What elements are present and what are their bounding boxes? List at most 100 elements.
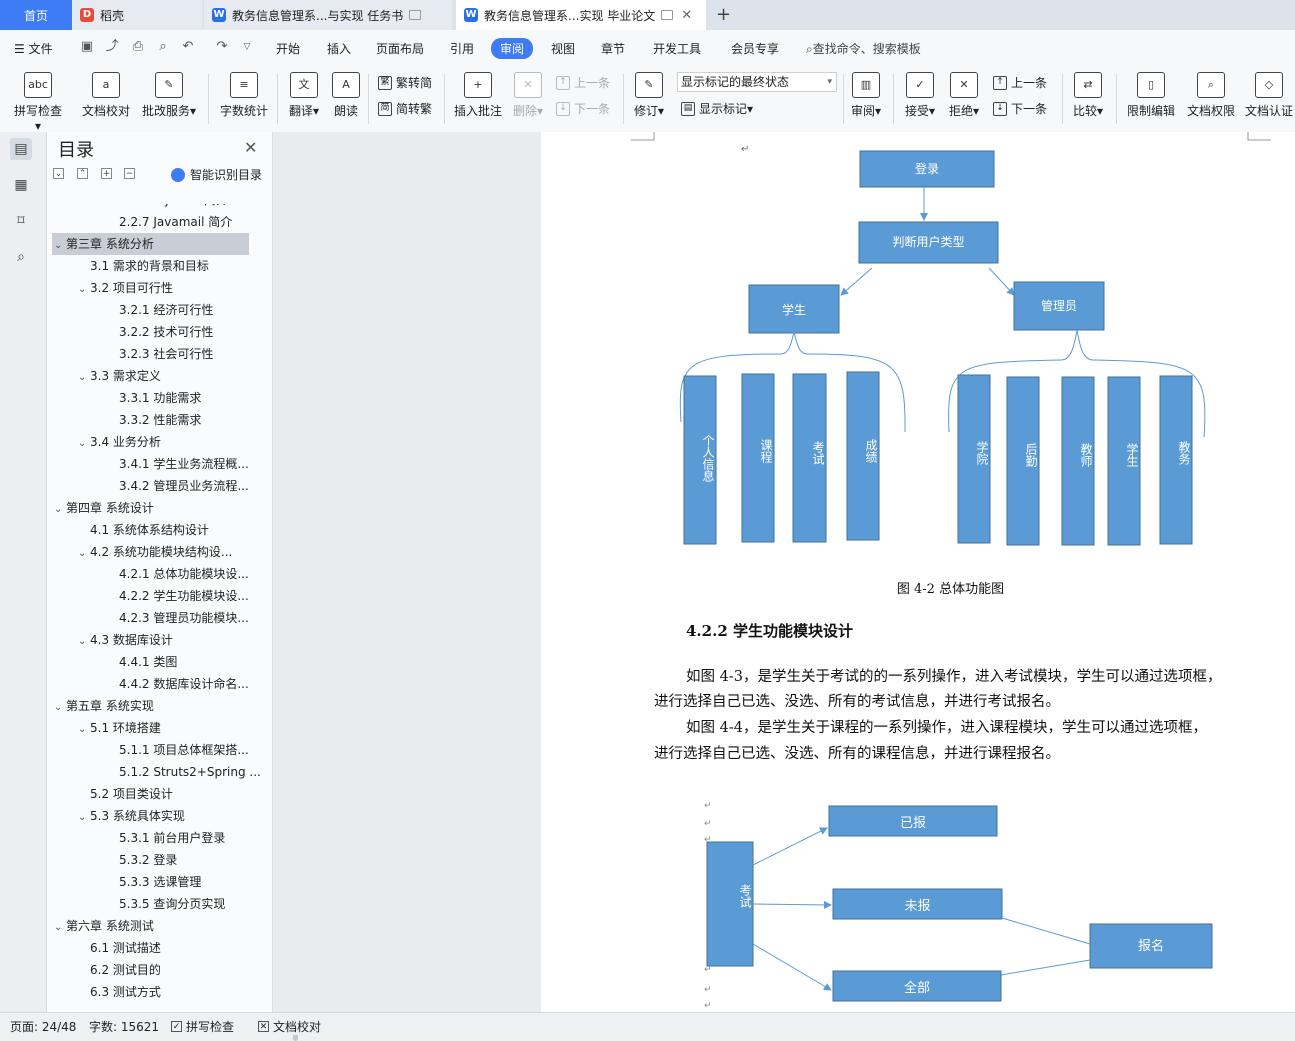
undo-icon[interactable]: ↶: [181, 40, 195, 54]
doc-permission-button[interactable]: ⌕ 文档权限: [1184, 72, 1238, 119]
tab-doc-task[interactable]: W 教务信息管理系...与实现 任务书: [204, 0, 452, 30]
next-change-button[interactable]: ↓ 下一条: [993, 100, 1047, 117]
toc-item[interactable]: 5.3.2 登录: [52, 849, 264, 871]
toc-item[interactable]: ⌄ 4.2 系统功能模块结构设...: [52, 541, 264, 563]
bookmark-icon[interactable]: ⌑: [10, 210, 32, 232]
toc-item[interactable]: 5.1.2 Struts2+Spring ...: [52, 761, 264, 783]
toc-item[interactable]: ⌄ 3.4 业务分析: [52, 431, 264, 453]
save-icon[interactable]: ▣: [80, 40, 94, 54]
chevron-down-icon[interactable]: ⌄: [54, 917, 66, 937]
mark-state-select[interactable]: 显示标记的最终状态 ▾: [677, 72, 837, 92]
toc-item[interactable]: ⌄ 第三章 系统分析: [52, 233, 249, 255]
status-spell-check[interactable]: ✓ 拼写检查: [171, 1018, 234, 1035]
toc-item[interactable]: ⌄ 4.3 数据库设计: [52, 629, 264, 651]
to-simplified-button[interactable]: 简简转繁: [378, 100, 432, 117]
chevron-down-icon[interactable]: ⌄: [54, 235, 66, 255]
menu-developer[interactable]: 开发工具: [653, 40, 701, 57]
to-traditional-button[interactable]: 繁繁转简: [378, 74, 432, 91]
toc-item[interactable]: ⌄ 3.2 项目可行性: [52, 277, 264, 299]
toc-item[interactable]: 3.4.1 学生业务流程概...: [52, 453, 264, 475]
show-marks-button[interactable]: ▤ 显示标记 ▾: [681, 100, 753, 117]
accept-button[interactable]: ✓ 接受▾: [902, 72, 938, 119]
document-page[interactable]: ↵ ↵ ↵ ↵ ↵ ↵ ↵ 登录 判断用户类型 学生 管理员 个人信息 课程 考…: [541, 132, 1295, 1012]
toc-item[interactable]: 6.3 测试方式: [52, 981, 264, 1003]
word-count-indicator[interactable]: 字数: 15621: [89, 1018, 159, 1035]
remove-heading-icon[interactable]: −: [124, 168, 135, 179]
toc-item[interactable]: ⌄ 3.3 需求定义: [52, 365, 264, 387]
chapter-nav-icon[interactable]: ▦: [10, 174, 32, 196]
doc-check-button[interactable]: a 文档校对: [80, 72, 132, 119]
chevron-down-icon[interactable]: ⌄: [78, 543, 90, 563]
toc-item[interactable]: 4.2.3 管理员功能模块...: [52, 607, 264, 629]
prev-change-button[interactable]: ↑ 上一条: [993, 74, 1047, 91]
toc-item[interactable]: 3.4.2 管理员业务流程...: [52, 475, 264, 497]
toc-item[interactable]: 6.1 测试描述: [52, 937, 264, 959]
toc-item[interactable]: ⌄ 第四章 系统设计: [52, 497, 249, 519]
spell-check-button[interactable]: abc 拼写检查▾: [12, 72, 64, 133]
tab-doc-thesis[interactable]: W 教务信息管理系...实现 毕业论文 ✕: [456, 0, 706, 30]
toc-item[interactable]: 5.3.3 选课管理: [52, 871, 264, 893]
menu-references[interactable]: 引用: [450, 40, 474, 57]
chevron-down-icon[interactable]: ⌄: [54, 697, 66, 717]
toc-item[interactable]: 5.3.1 前台用户登录: [52, 827, 264, 849]
collapse-all-icon[interactable]: ⌃: [77, 168, 88, 179]
toc-item[interactable]: 6.4 测试用例: [52, 1003, 264, 1004]
find-icon[interactable]: ⌕: [10, 246, 32, 268]
toc-item[interactable]: 3.2.2 技术可行性: [52, 321, 264, 343]
next-comment-button[interactable]: ↓ 下一条: [556, 100, 610, 117]
menu-layout[interactable]: 页面布局: [376, 40, 424, 57]
toc-item[interactable]: 3.3.1 功能需求: [52, 387, 264, 409]
menu-review[interactable]: 审阅: [491, 38, 534, 59]
menu-insert[interactable]: 插入: [327, 40, 351, 57]
tab-home[interactable]: 首页: [0, 0, 72, 30]
toc-item[interactable]: 3.1 需求的背景和目标: [52, 255, 264, 277]
reject-button[interactable]: ✕ 拒绝▾: [946, 72, 982, 119]
word-count-button[interactable]: ≡ 字数统计: [218, 72, 270, 119]
insert-comment-button[interactable]: + 插入批注: [452, 72, 504, 119]
translate-button[interactable]: 文 翻译▾: [286, 72, 322, 119]
preview-icon[interactable]: ⌕: [156, 40, 170, 54]
expand-all-icon[interactable]: ⌄: [53, 168, 64, 179]
command-search[interactable]: ⌕查找命令、搜索模板: [806, 40, 921, 57]
track-changes-button[interactable]: ✎ 修订▾: [631, 72, 667, 119]
chevron-down-icon[interactable]: ⌄: [78, 807, 90, 827]
page-indicator[interactable]: 页面: 24/48: [10, 1018, 76, 1035]
chevron-down-icon[interactable]: ⌄: [78, 279, 90, 299]
compare-button[interactable]: ⇄ 比较▾: [1070, 72, 1106, 119]
toc-item[interactable]: ⌄ 5.3 系统具体实现: [52, 805, 264, 827]
redo-icon[interactable]: ↷: [215, 40, 229, 54]
toc-item[interactable]: 3.3.2 性能需求: [52, 409, 264, 431]
new-tab-button[interactable]: +: [716, 4, 731, 25]
toc-item[interactable]: 4.2.1 总体功能模块设...: [52, 563, 264, 585]
delete-comment-button[interactable]: ✕ 删除▾: [510, 72, 546, 119]
chevron-down-icon[interactable]: ⌄: [78, 719, 90, 739]
revise-service-button[interactable]: ✎ 批改服务▾: [140, 72, 198, 119]
toc-item[interactable]: 2.2.6 Mybatis 简介: [52, 204, 264, 211]
tab-daoke[interactable]: D 稻壳: [72, 0, 202, 30]
status-proofread[interactable]: ✕ 文档校对: [258, 1018, 321, 1035]
read-aloud-button[interactable]: A 朗读: [330, 72, 362, 119]
toc-item[interactable]: 4.4.1 类图: [52, 651, 264, 673]
toc-item[interactable]: 4.4.2 数据库设计命名...: [52, 673, 264, 695]
toc-item[interactable]: ⌄ 第六章 系统测试: [52, 915, 249, 937]
toc-item[interactable]: 5.3.5 查询分页实现: [52, 893, 264, 915]
chevron-down-icon[interactable]: ⌄: [78, 367, 90, 387]
toc-item[interactable]: 3.2.1 经济可行性: [52, 299, 264, 321]
toc-item[interactable]: 2.2.7 Javamail 简介: [52, 211, 264, 233]
toc-item[interactable]: 4.1 系统体系结构设计: [52, 519, 264, 541]
doc-cert-button[interactable]: ◇ 文档认证: [1243, 72, 1295, 119]
smart-toc-button[interactable]: 智能识别目录: [171, 166, 262, 183]
prev-comment-button[interactable]: ↑ 上一条: [556, 74, 610, 91]
toc-item[interactable]: 5.1.1 项目总体框架搭...: [52, 739, 264, 761]
file-menu[interactable]: ☰ 文件: [14, 40, 53, 57]
toc-item[interactable]: 6.2 测试目的: [52, 959, 264, 981]
menu-chapter[interactable]: 章节: [601, 40, 625, 57]
chevron-down-icon[interactable]: ⌄: [54, 499, 66, 519]
toc-item[interactable]: 4.2.2 学生功能模块设...: [52, 585, 264, 607]
menu-view[interactable]: 视图: [551, 40, 575, 57]
chevron-down-icon[interactable]: ⌄: [78, 631, 90, 651]
menu-member[interactable]: 会员专享: [731, 40, 779, 57]
add-heading-icon[interactable]: +: [101, 168, 112, 179]
chevron-down-icon[interactable]: ⌄: [78, 433, 90, 453]
customize-dropdown-icon[interactable]: ▽: [240, 40, 254, 54]
